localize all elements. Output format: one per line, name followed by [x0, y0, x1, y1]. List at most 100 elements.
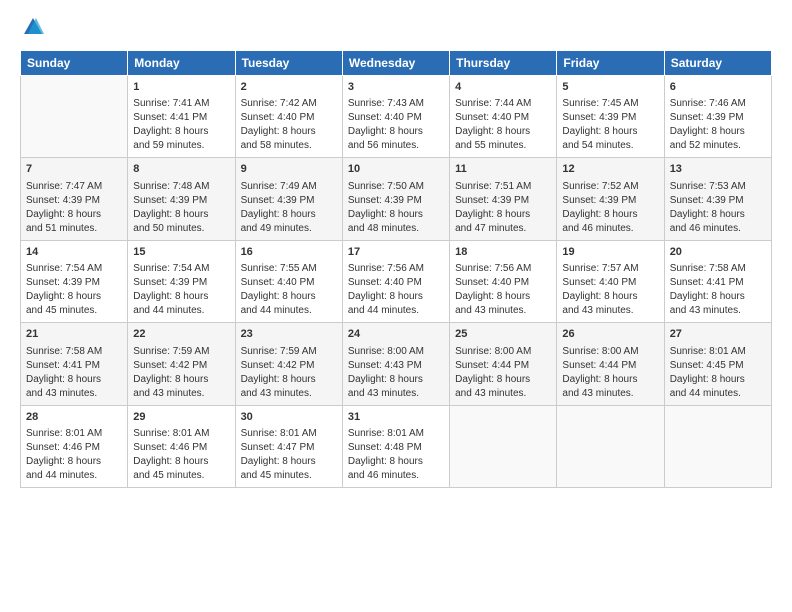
day-info-line: Sunset: 4:40 PM	[455, 111, 551, 125]
day-info-line: Daylight: 8 hours	[562, 208, 658, 222]
page: SundayMondayTuesdayWednesdayThursdayFrid…	[0, 0, 792, 612]
calendar-cell: 27Sunrise: 8:01 AMSunset: 4:45 PMDayligh…	[664, 323, 771, 405]
day-info-line: Daylight: 8 hours	[241, 208, 337, 222]
day-info-line: Sunrise: 8:01 AM	[26, 427, 122, 441]
day-info-line: and 44 minutes.	[133, 304, 229, 318]
day-info-line: Sunrise: 8:00 AM	[348, 345, 444, 359]
day-info-line: Sunset: 4:42 PM	[133, 359, 229, 373]
day-info-line: and 49 minutes.	[241, 222, 337, 236]
day-info-line: Daylight: 8 hours	[562, 125, 658, 139]
day-number: 11	[455, 162, 551, 177]
day-info-line: Daylight: 8 hours	[562, 290, 658, 304]
day-number: 31	[348, 410, 444, 425]
day-number: 1	[133, 80, 229, 95]
day-info-line: and 46 minutes.	[348, 469, 444, 483]
day-info-line: Daylight: 8 hours	[670, 208, 766, 222]
day-info-line: Sunrise: 7:41 AM	[133, 97, 229, 111]
day-info-line: Daylight: 8 hours	[670, 125, 766, 139]
day-info-line: Sunrise: 7:54 AM	[133, 262, 229, 276]
day-number: 7	[26, 162, 122, 177]
day-number: 24	[348, 327, 444, 342]
day-number: 9	[241, 162, 337, 177]
day-info-line: Daylight: 8 hours	[455, 208, 551, 222]
calendar-cell: 23Sunrise: 7:59 AMSunset: 4:42 PMDayligh…	[235, 323, 342, 405]
calendar-cell: 20Sunrise: 7:58 AMSunset: 4:41 PMDayligh…	[664, 240, 771, 322]
day-number: 20	[670, 245, 766, 260]
day-info-line: and 43 minutes.	[455, 387, 551, 401]
day-info-line: Sunset: 4:41 PM	[670, 276, 766, 290]
day-info-line: Sunrise: 8:00 AM	[455, 345, 551, 359]
day-info-line: and 44 minutes.	[670, 387, 766, 401]
day-info-line: and 50 minutes.	[133, 222, 229, 236]
day-info-line: Sunrise: 7:50 AM	[348, 180, 444, 194]
day-info-line: and 44 minutes.	[241, 304, 337, 318]
calendar-cell: 18Sunrise: 7:56 AMSunset: 4:40 PMDayligh…	[450, 240, 557, 322]
day-info-line: Daylight: 8 hours	[133, 125, 229, 139]
day-number: 18	[455, 245, 551, 260]
day-info-line: Sunset: 4:41 PM	[133, 111, 229, 125]
day-info-line: and 43 minutes.	[670, 304, 766, 318]
day-of-week-header: Wednesday	[342, 51, 449, 76]
calendar-cell: 9Sunrise: 7:49 AMSunset: 4:39 PMDaylight…	[235, 158, 342, 240]
calendar-cell: 28Sunrise: 8:01 AMSunset: 4:46 PMDayligh…	[21, 405, 128, 487]
day-info-line: Sunset: 4:39 PM	[670, 111, 766, 125]
day-info-line: Daylight: 8 hours	[455, 290, 551, 304]
day-info-line: and 43 minutes.	[455, 304, 551, 318]
day-number: 29	[133, 410, 229, 425]
day-number: 8	[133, 162, 229, 177]
day-number: 3	[348, 80, 444, 95]
day-info-line: Daylight: 8 hours	[26, 290, 122, 304]
day-info-line: Sunset: 4:40 PM	[241, 111, 337, 125]
calendar-cell: 4Sunrise: 7:44 AMSunset: 4:40 PMDaylight…	[450, 76, 557, 158]
day-info-line: and 59 minutes.	[133, 139, 229, 153]
header	[20, 16, 772, 38]
day-info-line: and 43 minutes.	[26, 387, 122, 401]
day-info-line: and 58 minutes.	[241, 139, 337, 153]
day-info-line: Sunrise: 7:46 AM	[670, 97, 766, 111]
calendar-cell: 11Sunrise: 7:51 AMSunset: 4:39 PMDayligh…	[450, 158, 557, 240]
day-info-line: Sunrise: 7:44 AM	[455, 97, 551, 111]
day-info-line: Daylight: 8 hours	[26, 373, 122, 387]
calendar-cell: 25Sunrise: 8:00 AMSunset: 4:44 PMDayligh…	[450, 323, 557, 405]
calendar-body: 1Sunrise: 7:41 AMSunset: 4:41 PMDaylight…	[21, 76, 772, 488]
day-info-line: Sunrise: 7:56 AM	[455, 262, 551, 276]
day-info-line: and 56 minutes.	[348, 139, 444, 153]
day-info-line: Sunrise: 7:51 AM	[455, 180, 551, 194]
calendar-cell: 13Sunrise: 7:53 AMSunset: 4:39 PMDayligh…	[664, 158, 771, 240]
calendar-cell: 7Sunrise: 7:47 AMSunset: 4:39 PMDaylight…	[21, 158, 128, 240]
day-info-line: and 47 minutes.	[455, 222, 551, 236]
day-info-line: Sunset: 4:40 PM	[562, 276, 658, 290]
day-info-line: Sunrise: 8:01 AM	[241, 427, 337, 441]
day-info-line: and 46 minutes.	[562, 222, 658, 236]
day-info-line: Sunset: 4:46 PM	[26, 441, 122, 455]
day-info-line: Daylight: 8 hours	[348, 208, 444, 222]
calendar-cell	[557, 405, 664, 487]
day-info-line: Sunrise: 7:54 AM	[26, 262, 122, 276]
day-info-line: Sunrise: 8:00 AM	[562, 345, 658, 359]
day-info-line: Sunset: 4:39 PM	[348, 194, 444, 208]
calendar-week-row: 28Sunrise: 8:01 AMSunset: 4:46 PMDayligh…	[21, 405, 772, 487]
calendar-cell	[21, 76, 128, 158]
day-info-line: and 43 minutes.	[241, 387, 337, 401]
day-number: 4	[455, 80, 551, 95]
calendar-cell: 3Sunrise: 7:43 AMSunset: 4:40 PMDaylight…	[342, 76, 449, 158]
day-info-line: Sunrise: 7:53 AM	[670, 180, 766, 194]
day-info-line: Sunset: 4:43 PM	[348, 359, 444, 373]
day-of-week-header: Friday	[557, 51, 664, 76]
day-number: 26	[562, 327, 658, 342]
day-info-line: Sunset: 4:39 PM	[241, 194, 337, 208]
calendar-cell: 12Sunrise: 7:52 AMSunset: 4:39 PMDayligh…	[557, 158, 664, 240]
calendar-header: SundayMondayTuesdayWednesdayThursdayFrid…	[21, 51, 772, 76]
day-info-line: Daylight: 8 hours	[26, 455, 122, 469]
day-info-line: and 44 minutes.	[26, 469, 122, 483]
day-info-line: Sunset: 4:48 PM	[348, 441, 444, 455]
day-number: 5	[562, 80, 658, 95]
day-info-line: Daylight: 8 hours	[455, 373, 551, 387]
calendar-cell: 10Sunrise: 7:50 AMSunset: 4:39 PMDayligh…	[342, 158, 449, 240]
day-info-line: Sunrise: 7:59 AM	[241, 345, 337, 359]
day-info-line: Sunset: 4:40 PM	[348, 111, 444, 125]
day-info-line: and 45 minutes.	[241, 469, 337, 483]
day-number: 19	[562, 245, 658, 260]
day-info-line: Sunrise: 8:01 AM	[133, 427, 229, 441]
day-number: 23	[241, 327, 337, 342]
